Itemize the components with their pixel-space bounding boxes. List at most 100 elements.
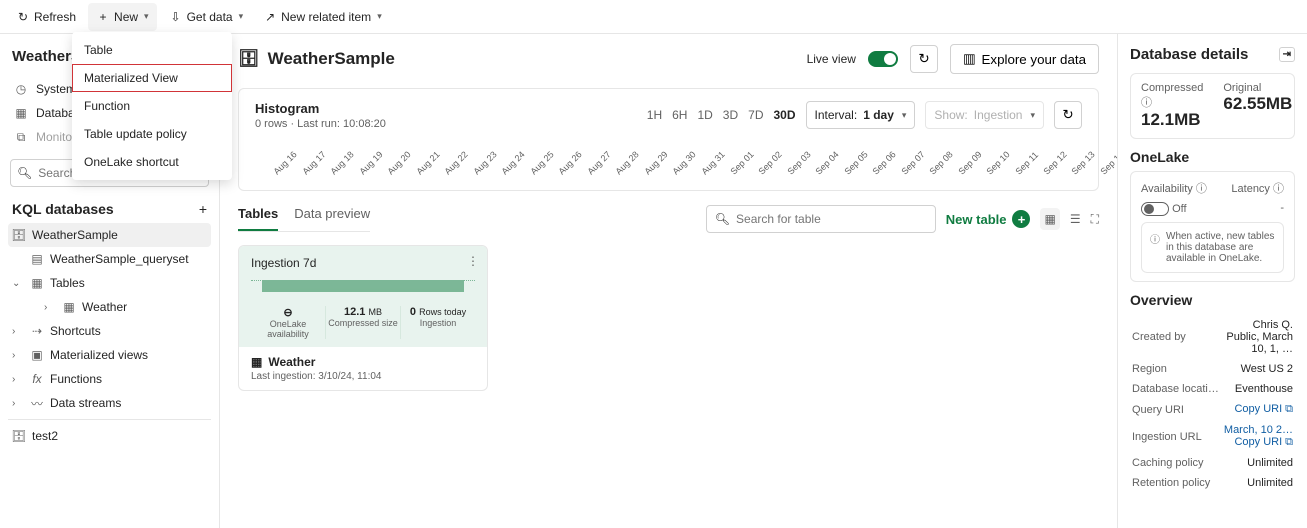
availability-toggle[interactable]	[1141, 202, 1169, 216]
overview-key: Caching policy	[1132, 454, 1219, 472]
axis-tick: Sep 03	[785, 149, 812, 176]
axis-tick: Sep 04	[814, 149, 841, 176]
grid-view-icon[interactable]: ▦	[1040, 208, 1059, 230]
axis-tick: Sep 07	[899, 149, 926, 176]
chevron-right-icon: ›	[44, 302, 56, 313]
info-icon[interactable]: ⓘ	[1273, 183, 1284, 195]
size-val: 12.1	[344, 306, 365, 318]
axis-tick: Aug 28	[614, 149, 641, 176]
overview-key: Retention policy	[1132, 474, 1219, 492]
chevron-down-icon: ▾	[144, 11, 149, 22]
plus-circle-icon: +	[1012, 210, 1030, 228]
explore-data-button[interactable]: ▥ Explore your data	[950, 44, 1099, 74]
card-table-name: ▦Weather	[251, 355, 475, 369]
copy-icon[interactable]: ⧉	[1285, 436, 1293, 448]
overview-row: Database locati…Eventhouse	[1132, 380, 1293, 398]
axis-tick: Sep 09	[956, 149, 983, 176]
new-label: New	[114, 10, 138, 24]
range-6h[interactable]: 6H	[672, 108, 687, 122]
function-icon: fx	[30, 372, 44, 386]
copy-icon[interactable]: ⧉	[1285, 403, 1293, 415]
rows-unit: Rows today	[419, 307, 466, 317]
overview-row: Created byChris Q. Public, March 10, 1, …	[1132, 316, 1293, 358]
dd-table[interactable]: Table	[72, 36, 232, 64]
size-unit: MB	[368, 307, 382, 317]
overview-row: Retention policyUnlimited	[1132, 474, 1293, 492]
onelake-header: OneLake	[1130, 149, 1295, 165]
range-3d[interactable]: 3D	[723, 108, 738, 122]
tree-tables-folder[interactable]: ⌄ ▦ Tables	[8, 271, 211, 295]
chevron-right-icon: ›	[12, 326, 24, 337]
range-30d[interactable]: 30D	[773, 108, 795, 122]
info-icon[interactable]: ⓘ	[1141, 97, 1152, 109]
refresh-histogram-button[interactable]: ↻	[1054, 101, 1082, 129]
axis-tick: Aug 21	[414, 149, 441, 176]
overview-row: Query URICopy URI⧉	[1132, 400, 1293, 419]
axis-tick: Aug 26	[557, 149, 584, 176]
overview-value[interactable]: Copy URI⧉	[1221, 400, 1293, 419]
overview-value[interactable]: March, 10 2…Copy URI⧉	[1221, 421, 1293, 452]
fullscreen-icon[interactable]: ⛶	[1091, 212, 1099, 227]
chevron-down-icon: ⌄	[12, 278, 24, 289]
axis-tick: Sep 08	[928, 149, 955, 176]
table-card-weather[interactable]: ⋮ Ingestion 7d ⊖ OneLake availability 12…	[238, 245, 488, 391]
latency-label: Latency	[1231, 183, 1270, 195]
chevron-down-icon: ▾	[239, 11, 244, 22]
overview-row: Caching policyUnlimited	[1132, 454, 1293, 472]
list-view-icon[interactable]: ☰	[1070, 212, 1081, 226]
last-ingestion: Last ingestion: 3/10/24, 11:04	[251, 371, 475, 382]
sparkline	[251, 280, 475, 292]
axis-tick: Aug 22	[443, 149, 470, 176]
range-1d[interactable]: 1D	[697, 108, 712, 122]
info-text: When active, new tables in this database…	[1166, 231, 1275, 264]
stat-label: Compressed size	[326, 318, 400, 328]
dd-table-update-policy[interactable]: Table update policy	[72, 120, 232, 148]
axis-tick: Sep 05	[842, 149, 869, 176]
tree-functions[interactable]: › fx Functions	[8, 367, 211, 391]
chevron-down-icon: ▾	[902, 110, 907, 121]
tree-table-weather[interactable]: › ▦ Weather	[8, 295, 211, 319]
monitor-icon: ⧉	[14, 130, 28, 144]
show-select[interactable]: Show: Ingestion ▾	[925, 101, 1044, 129]
tree-queryset[interactable]: ▤ WeatherSample_queryset	[8, 247, 211, 271]
get-data-button[interactable]: ⇩ Get data ▾	[161, 3, 252, 31]
axis-tick: Aug 24	[500, 149, 527, 176]
tree-db-weathersample[interactable]: 🗄 WeatherSample	[8, 223, 211, 247]
new-button[interactable]: + New ▾	[88, 3, 157, 31]
tree-shortcuts[interactable]: › ⇢ Shortcuts	[8, 319, 211, 343]
info-icon[interactable]: ⓘ	[1196, 183, 1207, 195]
main-header: 🗄 WeatherSample Live view ↻ ▥ Explore yo…	[238, 44, 1099, 74]
new-table-button[interactable]: New table +	[946, 210, 1031, 228]
live-view-toggle[interactable]	[868, 51, 898, 67]
refresh-button[interactable]: ↻ Refresh	[8, 3, 84, 31]
new-related-button[interactable]: ↗ New related item ▾	[255, 3, 390, 31]
tree-db-test2[interactable]: 🗄 test2	[8, 424, 211, 448]
refresh-main-button[interactable]: ↻	[910, 45, 938, 73]
dd-materialized-view[interactable]: Materialized View	[72, 64, 232, 92]
compressed-value: 12.1MB	[1141, 110, 1203, 130]
tab-tables[interactable]: Tables	[238, 206, 278, 231]
tree-data-streams[interactable]: › 〰 Data streams	[8, 391, 211, 415]
more-options-icon[interactable]: ⋮	[467, 254, 479, 268]
chevron-down-icon: ▾	[377, 11, 382, 22]
table-search[interactable]: 🔍︎	[706, 205, 936, 233]
dd-onelake-shortcut[interactable]: OneLake shortcut	[72, 148, 232, 176]
time-range-buttons: 1H 6H 1D 3D 7D 30D	[647, 108, 796, 122]
overview-key: Database locati…	[1132, 380, 1219, 398]
dd-function[interactable]: Function	[72, 92, 232, 120]
grid-icon: ▦	[14, 106, 28, 120]
tree-materialized-views[interactable]: › ▣ Materialized views	[8, 343, 211, 367]
range-1h[interactable]: 1H	[647, 108, 662, 122]
axis-tick: Sep 02	[756, 149, 783, 176]
range-7d[interactable]: 7D	[748, 108, 763, 122]
add-database-button[interactable]: +	[199, 201, 207, 217]
table-search-input[interactable]	[736, 212, 927, 226]
overview-value: Chris Q. Public, March 10, 1, …	[1221, 316, 1293, 358]
interval-select[interactable]: Interval: 1 day ▾	[806, 101, 916, 129]
tab-data-preview[interactable]: Data preview	[294, 206, 370, 231]
tree-label: WeatherSample_queryset	[50, 252, 189, 266]
interval-val: 1 day	[863, 108, 894, 122]
tc-title: Ingestion 7d	[251, 256, 475, 270]
axis-tick: Aug 30	[671, 149, 698, 176]
expand-pane-icon[interactable]: ⇥	[1279, 47, 1295, 62]
